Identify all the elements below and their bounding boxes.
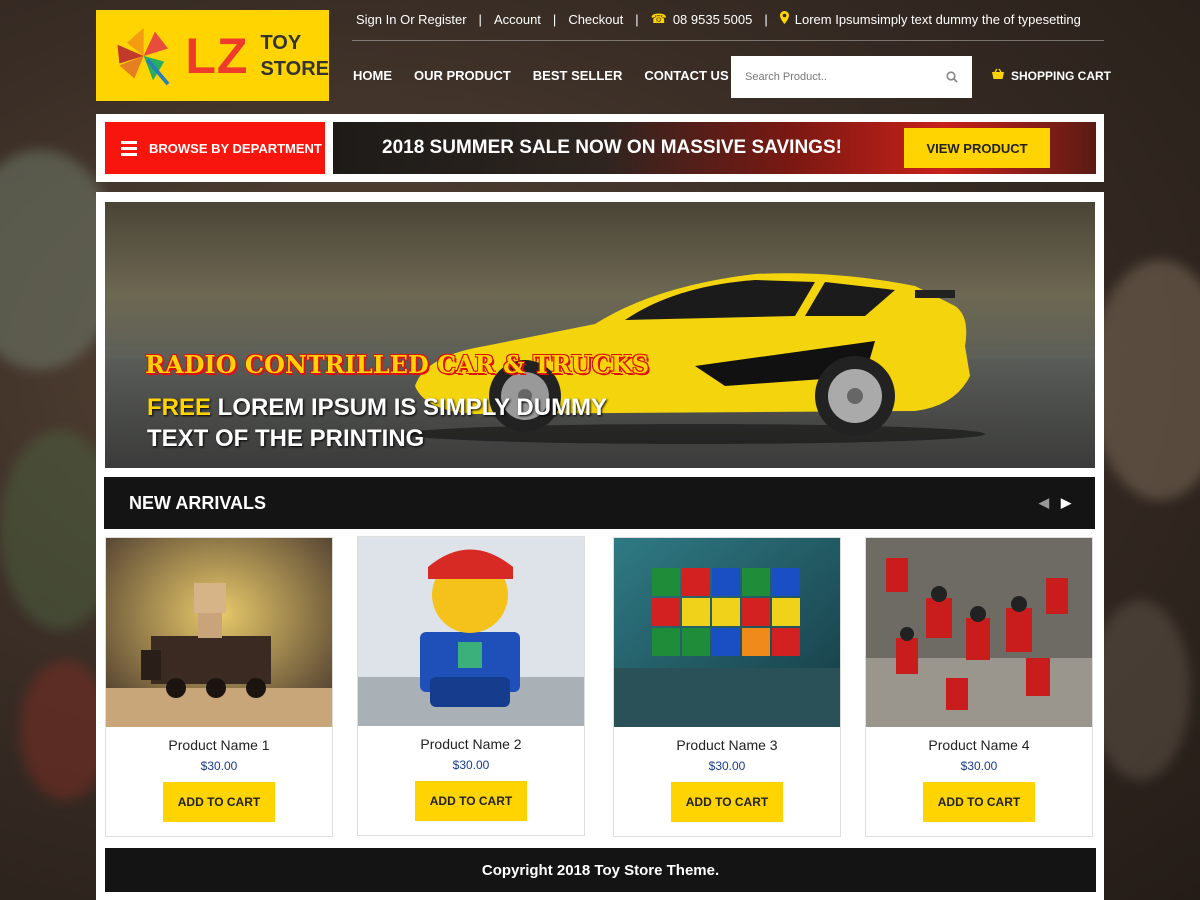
search-icon[interactable] (946, 71, 958, 83)
product-image[interactable] (106, 538, 332, 727)
logo-text: LZ (185, 27, 249, 84)
product-price: $30.00 (960, 759, 998, 773)
add-to-cart-button[interactable]: ADD TO CART (923, 782, 1035, 822)
product-name[interactable]: Product Name 4 (866, 737, 1092, 753)
phone-number: 08 9535 5005 (672, 11, 753, 27)
hero-highlight: FREE (147, 394, 212, 421)
shopping-cart-link[interactable]: SHOPPING CART (991, 68, 1111, 83)
promo-bar: BROWSE BY DEPARTMENT 2018 SUMMER SALE NO… (96, 114, 1104, 182)
hero-line2: TEXT OF THE PRINTING (147, 425, 425, 452)
site-logo[interactable]: LZ TOY STORE (96, 10, 329, 101)
nav-best-seller[interactable]: BEST SELLER (533, 68, 623, 83)
phone-icon: ☎ (650, 11, 667, 26)
add-to-cart-button[interactable]: ADD TO CART (415, 781, 527, 821)
product-price: $30.00 (708, 759, 746, 773)
search-input[interactable] (745, 71, 915, 83)
product-name[interactable]: Product Name 3 (614, 737, 840, 753)
hero-line1: LOREM IPSUM IS SIMPLY DUMMY (211, 394, 608, 421)
background-blur (1090, 600, 1190, 780)
signin-link[interactable]: Sign In Or Register (356, 12, 467, 27)
cart-label: SHOPPING CART (1011, 68, 1112, 83)
divider: | (552, 11, 557, 27)
search-box (731, 56, 972, 98)
product-card[interactable]: Product Name 1 $30.00 ADD TO CART (105, 537, 333, 837)
product-image[interactable] (866, 538, 1092, 727)
nav-our-product[interactable]: OUR PRODUCT (414, 68, 511, 83)
hamburger-icon (121, 138, 137, 159)
hero-subtitle: FREE LOREM IPSUM IS SIMPLY DUMMY TEXT OF… (147, 392, 607, 454)
department-label: BROWSE BY DEPARTMENT (149, 140, 322, 156)
product-card[interactable]: Product Name 4 $30.00 ADD TO CART (865, 537, 1093, 837)
chevron-right-icon[interactable]: ▶ (1061, 495, 1071, 511)
logo-subtext: TOY (260, 31, 302, 54)
browse-department-button[interactable]: BROWSE BY DEPARTMENT (105, 122, 325, 174)
hero-title: RADIO CONTRILLED CAR & TRUCKS (145, 350, 650, 379)
basket-icon (991, 68, 1005, 83)
account-link[interactable]: Account (494, 12, 541, 27)
main-nav: HOME OUR PRODUCT BEST SELLER CONTACT US (353, 68, 751, 83)
product-name[interactable]: Product Name 1 (106, 737, 332, 753)
product-image[interactable] (358, 537, 584, 726)
chevron-left-icon[interactable]: ◀ (1039, 495, 1049, 511)
footer: Copyright 2018 Toy Store Theme. (105, 848, 1096, 892)
add-to-cart-button[interactable]: ADD TO CART (671, 782, 783, 822)
product-card[interactable]: Product Name 3 $30.00 ADD TO CART (613, 537, 841, 837)
nav-home[interactable]: HOME (353, 68, 392, 83)
header-divider (352, 40, 1104, 41)
sale-banner: 2018 SUMMER SALE NOW ON MASSIVE SAVINGS!… (333, 122, 1096, 174)
top-bar: Sign In Or Register | Account | Checkout… (356, 8, 1106, 30)
divider: | (764, 11, 768, 27)
checkout-link[interactable]: Checkout (568, 12, 623, 27)
address-text: Lorem Ipsumsimply text dummy the of type… (794, 11, 1081, 27)
product-price: $30.00 (200, 759, 238, 773)
pinwheel-logo-icon (117, 27, 170, 85)
nav-contact-us[interactable]: CONTACT US (644, 68, 728, 83)
main-content: RADIO CONTRILLED CAR & TRUCKS FREE LOREM… (96, 192, 1104, 900)
new-arrivals-header: NEW ARRIVALS ◀ ▶ (104, 477, 1095, 529)
divider: | (478, 11, 482, 27)
hero-banner[interactable]: RADIO CONTRILLED CAR & TRUCKS FREE LOREM… (105, 202, 1095, 468)
product-image[interactable] (614, 538, 840, 727)
view-product-button[interactable]: VIEW PRODUCT (904, 128, 1050, 168)
product-price: $30.00 (452, 758, 490, 772)
background-blur (1090, 260, 1200, 500)
logo-subtext: STORE (260, 57, 329, 80)
product-name[interactable]: Product Name 2 (358, 736, 584, 752)
sale-text: 2018 SUMMER SALE NOW ON MASSIVE SAVINGS! (382, 137, 842, 158)
divider: | (635, 11, 639, 27)
location-pin-icon (779, 11, 789, 27)
section-title: NEW ARRIVALS (129, 492, 266, 513)
product-card[interactable]: Product Name 2 $30.00 ADD TO CART (357, 536, 585, 836)
add-to-cart-button[interactable]: ADD TO CART (163, 782, 275, 822)
copyright-text: Copyright 2018 Toy Store Theme. (481, 861, 720, 879)
